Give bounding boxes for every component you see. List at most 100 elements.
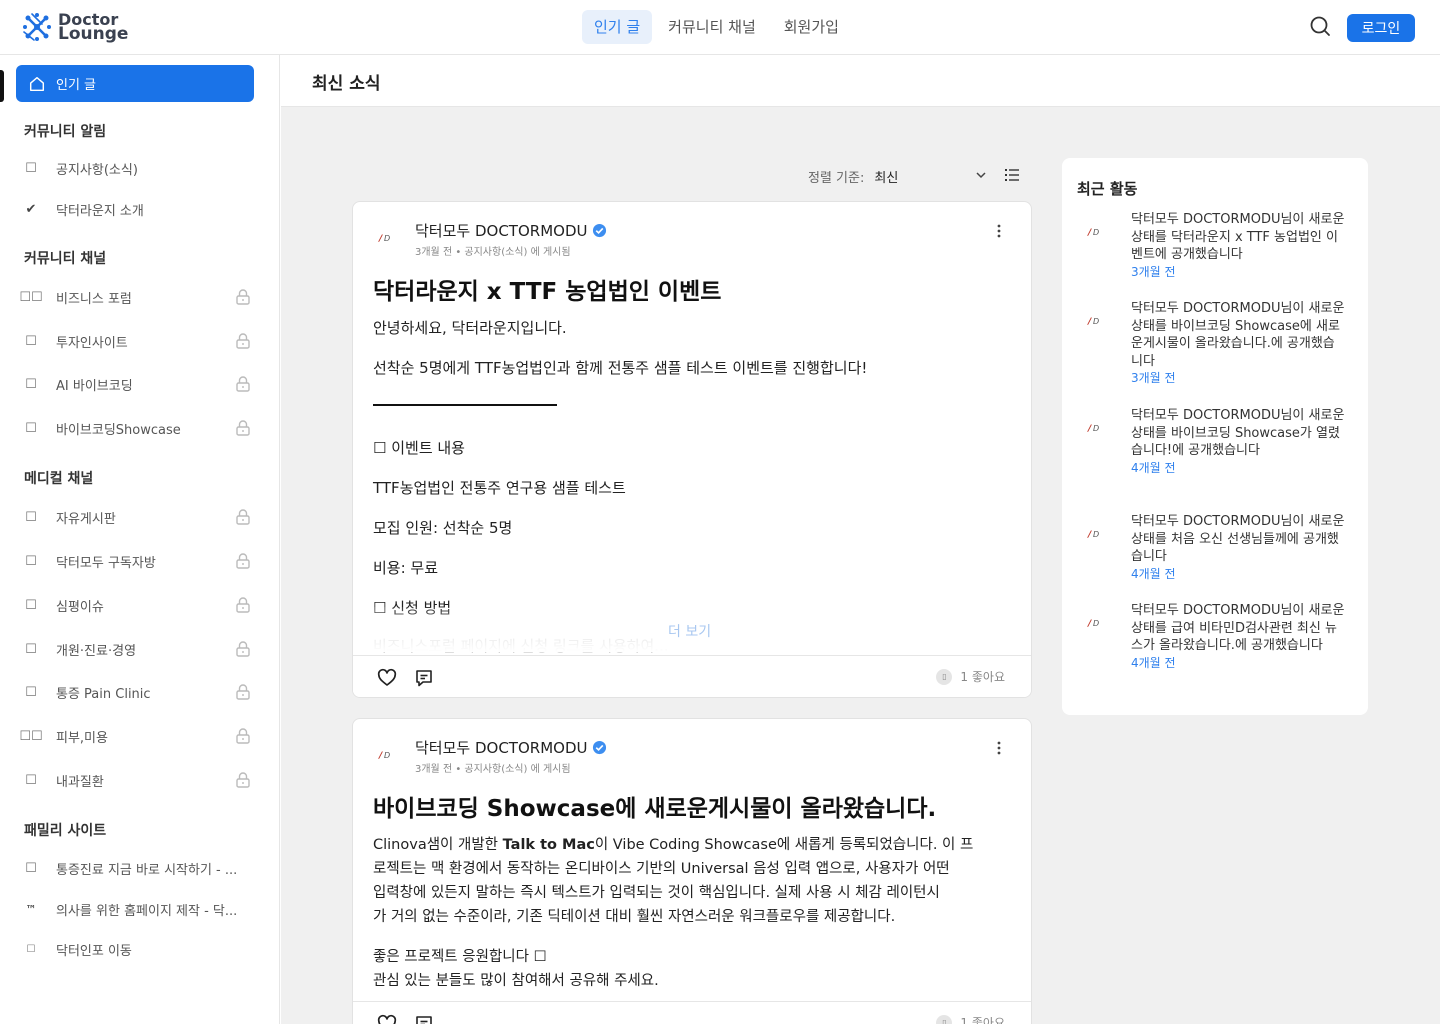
svg-text:D: D <box>1093 530 1099 539</box>
doctormodu-logo-icon: / D <box>1087 619 1099 628</box>
section-family-site: 패밀리 사이트 <box>24 823 107 839</box>
sort-value[interactable]: 최신 <box>874 167 898 186</box>
tab-signup[interactable]: 회원가입 <box>772 10 851 44</box>
post-line: 입력창에 있든지 말하는 즉시 텍스트가 입력되는 것이 핵심입니다. 실제 사… <box>373 885 940 901</box>
heart-icon[interactable] <box>377 668 397 688</box>
author-label: 닥터모두 DOCTORMODU <box>415 739 588 757</box>
sort-label: 정렬 기준: <box>808 170 865 186</box>
sidebar-item-notice[interactable]: ☐ 공지사항(소식) <box>16 150 254 186</box>
avatar[interactable]: / D <box>373 222 403 252</box>
more-options-icon[interactable] <box>993 739 1005 757</box>
item-glyph: ☐ <box>25 860 37 876</box>
svg-text:/: / <box>378 751 383 761</box>
sidebar-item-pain-clinic[interactable]: ☐ 통증 Pain Clinic <box>16 674 254 710</box>
post-text: 이 Vibe Coding Showcase에 새롭게 등록되었습니다. 이 프 <box>594 837 974 853</box>
post-body: Clinova샘이 개발한 Talk to Mac이 Vibe Coding S… <box>373 833 1013 993</box>
sidebar-item-clinic-management[interactable]: ☐ 개원·진료·경영 <box>16 631 254 667</box>
svg-text:/: / <box>1087 424 1092 433</box>
lock-icon <box>236 333 250 349</box>
activity-text: 닥터모두 DOCTORMODU님이 새로운 상태를 닥터라운지 x TTF 농업… <box>1131 211 1346 281</box>
login-button[interactable]: 로그인 <box>1347 14 1415 42</box>
activity-item[interactable]: / D 닥터모두 DOCTORMODU님이 새로운 상태를 닥터라운지 x TTF… <box>1087 211 1357 281</box>
comment-icon[interactable] <box>414 1014 434 1024</box>
trademark-icon: ™ <box>25 902 37 916</box>
svg-text:/: / <box>378 234 383 244</box>
author-name[interactable]: 닥터모두 DOCTORMODU <box>415 737 607 758</box>
author-block: 닥터모두 DOCTORMODU 3개월 전 • 공지사항(소식) 에 게시됨 <box>415 737 607 775</box>
sidebar-item-label: 비즈니스 포럼 <box>56 291 132 307</box>
svg-text:D: D <box>384 234 390 243</box>
verified-icon <box>593 740 607 755</box>
sidebar-item-pain-start[interactable]: ☐ 통증진료 지금 바로 시작하기 - ... <box>16 850 254 886</box>
search-icon[interactable] <box>1308 14 1332 38</box>
post-text: Clinova샘이 개발한 <box>373 837 503 853</box>
activity-desc: 닥터모두 DOCTORMODU님이 새로운 상태를 처음 오신 선생님들께에 공… <box>1131 514 1345 564</box>
lock-icon <box>236 420 250 436</box>
lock-icon <box>236 684 250 700</box>
sort-control[interactable]: 정렬 기준: 최신 <box>808 165 1033 187</box>
sidebar-item-invest-insight[interactable]: ☐ 투자인사이트 <box>16 323 254 359</box>
active-indicator <box>0 70 4 102</box>
activity-item[interactable]: / D 닥터모두 DOCTORMODU님이 새로운 상태를 급여 비타민D검사관련… <box>1087 602 1357 672</box>
read-more-link[interactable]: 더 보기 <box>668 621 711 641</box>
sidebar-item-free-board[interactable]: ☐ 자유게시판 <box>16 499 254 535</box>
post-line: 로젝트는 맥 환경에서 동작하는 온디바이스 기반의 Universal 음성 … <box>373 861 950 877</box>
activity-text: 닥터모두 DOCTORMODU님이 새로운 상태를 바이브코딩 Showcase… <box>1131 300 1346 388</box>
activity-time: 4개월 전 <box>1131 460 1176 475</box>
item-glyph: ☐☐ <box>19 289 43 305</box>
main-header: 최신 소식 <box>281 55 1440 107</box>
activity-item[interactable]: / D 닥터모두 DOCTORMODU님이 새로운 상태를 바이브코딩 Showc… <box>1087 407 1357 477</box>
activity-time: 4개월 전 <box>1131 655 1176 670</box>
author-name[interactable]: 닥터모두 DOCTORMODU <box>415 220 607 241</box>
item-glyph: ☐ <box>26 943 36 955</box>
sidebar-item-doctorinfo[interactable]: ☐ 닥터인포 이동 <box>16 931 254 967</box>
sidebar-item-internal-medicine[interactable]: ☐ 내과질환 <box>16 762 254 798</box>
sidebar-item-review-issue[interactable]: ☐ 심평이슈 <box>16 587 254 623</box>
like-badge-icon: ▯ <box>936 668 953 685</box>
tab-popular[interactable]: 인기 글 <box>582 10 653 44</box>
sidebar-item-dermatology[interactable]: ☐☐ 피부,미용 <box>16 718 254 754</box>
activity-text: 닥터모두 DOCTORMODU님이 새로운 상태를 처음 오신 선생님들께에 공… <box>1131 513 1346 583</box>
chevron-down-icon[interactable] <box>974 168 988 182</box>
svg-text:/: / <box>1087 228 1092 237</box>
post-header: / D 닥터모두 DOCTORMODU 3개월 전 • 공지사항(소식) 에 게시… <box>373 220 607 258</box>
svg-text:D: D <box>1093 619 1099 628</box>
sidebar-item-popular[interactable]: 인기 글 <box>16 65 254 102</box>
avatar[interactable]: / D <box>373 739 403 769</box>
list-view-icon[interactable] <box>1003 166 1021 184</box>
activity-text: 닥터모두 DOCTORMODU님이 새로운 상태를 바이브코딩 Showcase… <box>1131 407 1346 477</box>
doctormodu-logo-icon: / D <box>1087 424 1099 433</box>
activity-item[interactable]: / D 닥터모두 DOCTORMODU님이 새로운 상태를 바이브코딩 Showc… <box>1087 300 1357 388</box>
post-line: 모집 인원: 선착순 5명 <box>373 519 513 537</box>
sidebar-item-business-forum[interactable]: ☐☐ 비즈니스 포럼 <box>16 279 254 315</box>
activity-desc: 닥터모두 DOCTORMODU님이 새로운 상태를 바이브코딩 Showcase… <box>1131 408 1345 458</box>
logo-text: Doctor Lounge <box>58 12 128 43</box>
post-meta: 3개월 전 • 공지사항(소식) 에 게시됨 <box>415 247 571 258</box>
sidebar-item-label: 인기 글 <box>56 78 97 93</box>
activity-item[interactable]: / D 닥터모두 DOCTORMODU님이 새로운 상태를 처음 오신 선생님들께… <box>1087 513 1357 583</box>
sidebar-item-label: 의사를 위한 홈페이지 제작 - 닥... <box>56 903 238 919</box>
lock-icon <box>236 509 250 525</box>
sidebar-item-subscriber-room[interactable]: ☐ 닥터모두 구독자방 <box>16 543 254 579</box>
post-text-bold: Talk to Mac <box>502 837 595 853</box>
main-content: 최신 소식 정렬 기준: 최신 / D 닥터모두 DOCTORMODU 3개월 전… <box>281 55 1440 1024</box>
sidebar-item-intro[interactable]: ✔ 닥터라운지 소개 <box>16 191 254 227</box>
svg-text:/: / <box>1087 317 1092 326</box>
comment-icon[interactable] <box>414 668 434 688</box>
lock-icon <box>236 728 250 744</box>
post-footer: ▯ 1 좋아요 <box>353 1001 1031 1024</box>
heart-icon[interactable] <box>377 1014 397 1024</box>
like-count: ▯ 1 좋아요 <box>936 668 1005 685</box>
post-title[interactable]: 바이브코딩 Showcase에 새로운게시물이 올라왔습니다. <box>373 789 936 823</box>
logo[interactable]: Doctor Lounge <box>20 10 128 44</box>
item-glyph: ☐ <box>25 509 37 525</box>
sidebar-item-homepage[interactable]: ™ 의사를 위한 홈페이지 제작 - 닥... <box>16 891 254 927</box>
tab-community-channel[interactable]: 커뮤니티 채널 <box>656 10 768 44</box>
item-glyph: ☐ <box>25 160 37 176</box>
post-title[interactable]: 닥터라운지 x TTF 농업법인 이벤트 <box>373 272 721 306</box>
activity-time: 4개월 전 <box>1131 566 1176 581</box>
more-options-icon[interactable] <box>993 222 1005 240</box>
item-glyph: ☐☐ <box>19 728 43 744</box>
sidebar-item-ai-vibecoding[interactable]: ☐ AI 바이브코딩 <box>16 366 254 402</box>
sidebar-item-vibecoding-showcase[interactable]: ☐ 바이브코딩Showcase <box>16 410 254 446</box>
